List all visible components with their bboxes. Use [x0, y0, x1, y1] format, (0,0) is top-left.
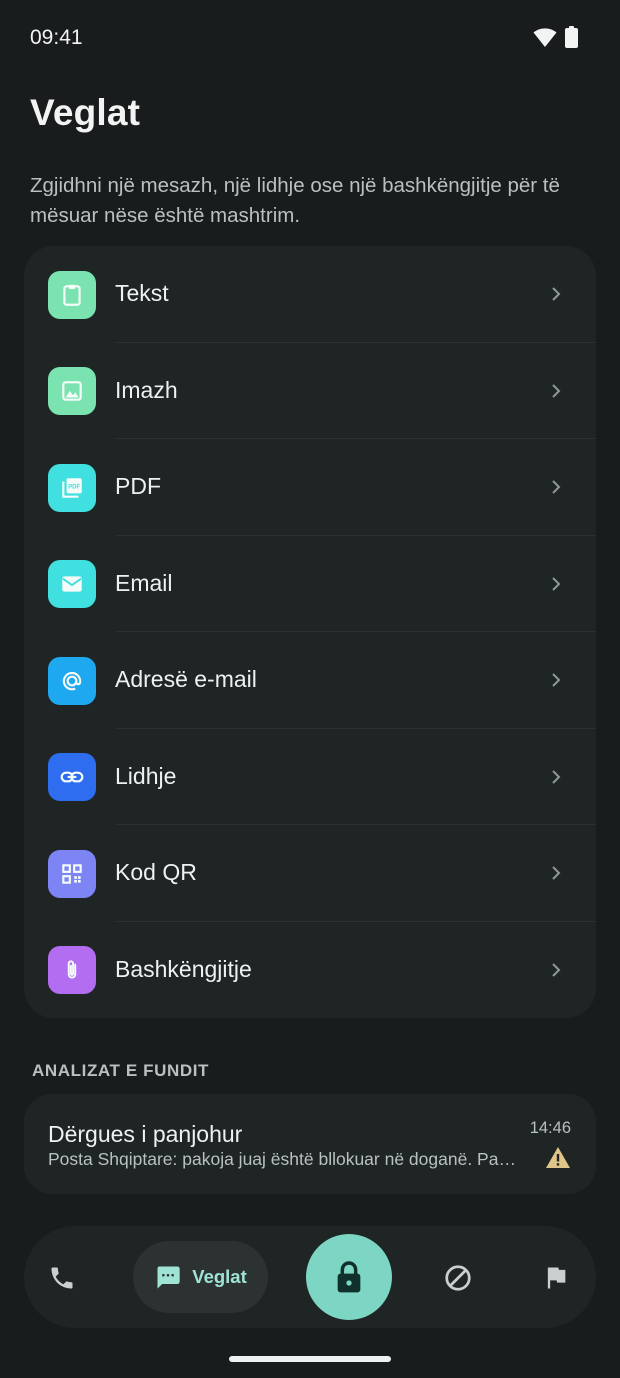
home-indicator — [229, 1356, 391, 1362]
lock-icon — [337, 1261, 361, 1293]
chevron-right-icon — [552, 866, 561, 880]
tool-label: PDF — [115, 473, 161, 499]
bottom-nav: Veglat — [24, 1226, 596, 1328]
nav-calls-button[interactable] — [42, 1258, 82, 1298]
recent-analysis-item[interactable]: Dërgues i panjohur Posta Shqiptare: pako… — [24, 1094, 596, 1194]
status-bar: 09:41 — [0, 0, 620, 76]
chevron-right-icon — [552, 962, 561, 977]
chevron-right-icon — [552, 287, 561, 301]
tool-label: Lidhje — [115, 762, 177, 789]
tool-item-email-address[interactable]: Adresë e-mail — [24, 632, 596, 729]
nav-tools-button[interactable]: Veglat — [133, 1241, 268, 1313]
paperclip-icon — [48, 946, 96, 994]
tool-label: Email — [115, 569, 173, 596]
phone-icon — [51, 1267, 73, 1289]
svg-text:PDF: PDF — [68, 484, 80, 490]
nav-report-button[interactable] — [536, 1258, 576, 1298]
chevron-right-icon — [552, 480, 561, 494]
tool-label: Tekst — [115, 280, 169, 306]
tool-item-attachment[interactable]: Bashkëngjitje — [24, 922, 596, 1019]
message-icon — [157, 1266, 180, 1289]
tool-label: Kod QR — [115, 859, 197, 885]
recent-section-heading: ANALIZAT E FUNDIT — [32, 1061, 210, 1080]
tool-item-qr-code[interactable]: Kod QR — [24, 825, 596, 922]
block-icon — [445, 1265, 471, 1291]
recent-time: 14:46 — [529, 1119, 571, 1137]
image-icon — [48, 367, 96, 415]
recent-sender: Dërgues i panjohur — [48, 1121, 243, 1147]
chevron-right-icon — [552, 673, 561, 687]
tool-label: Adresë e-mail — [115, 666, 257, 692]
warning-icon — [546, 1147, 570, 1168]
tool-label: Bashkëngjitje — [115, 955, 252, 982]
tool-item-link[interactable]: Lidhje — [24, 729, 596, 825]
tool-label: Imazh — [115, 376, 178, 403]
pdf-icon: PDF — [48, 463, 96, 512]
tool-item-email[interactable]: Email — [24, 536, 596, 632]
status-time: 09:41 — [30, 26, 83, 49]
qr-code-icon — [48, 849, 96, 898]
recent-preview: Posta Shqiptare: pakoja juaj është bllok… — [48, 1149, 518, 1169]
chevron-right-icon — [552, 769, 561, 784]
at-sign-icon — [48, 656, 96, 705]
tools-list: Tekst Imazh PDF PDF Email Adresë e-mail … — [24, 246, 596, 1018]
link-icon — [48, 753, 96, 801]
page-title: Veglat — [30, 92, 141, 133]
screen: 09:41 Veglat Zgjidhni një mesazh, një li… — [0, 0, 620, 1378]
page-subtitle: Zgjidhni një mesazh, një lidhje ose një … — [30, 174, 560, 227]
tool-item-pdf[interactable]: PDF PDF — [24, 439, 596, 536]
tool-item-tekst[interactable]: Tekst — [24, 246, 596, 343]
clipboard-icon — [48, 270, 96, 319]
mail-icon — [48, 560, 96, 608]
nav-tools-label: Veglat — [192, 1266, 247, 1287]
wifi-icon — [533, 28, 557, 47]
tool-item-imazh[interactable]: Imazh — [24, 343, 596, 439]
nav-block-button[interactable] — [438, 1258, 478, 1298]
flag-icon — [547, 1267, 566, 1289]
chevron-right-icon — [552, 383, 561, 398]
nav-protect-button[interactable] — [306, 1234, 392, 1320]
battery-icon — [565, 26, 578, 48]
chevron-right-icon — [552, 576, 561, 591]
